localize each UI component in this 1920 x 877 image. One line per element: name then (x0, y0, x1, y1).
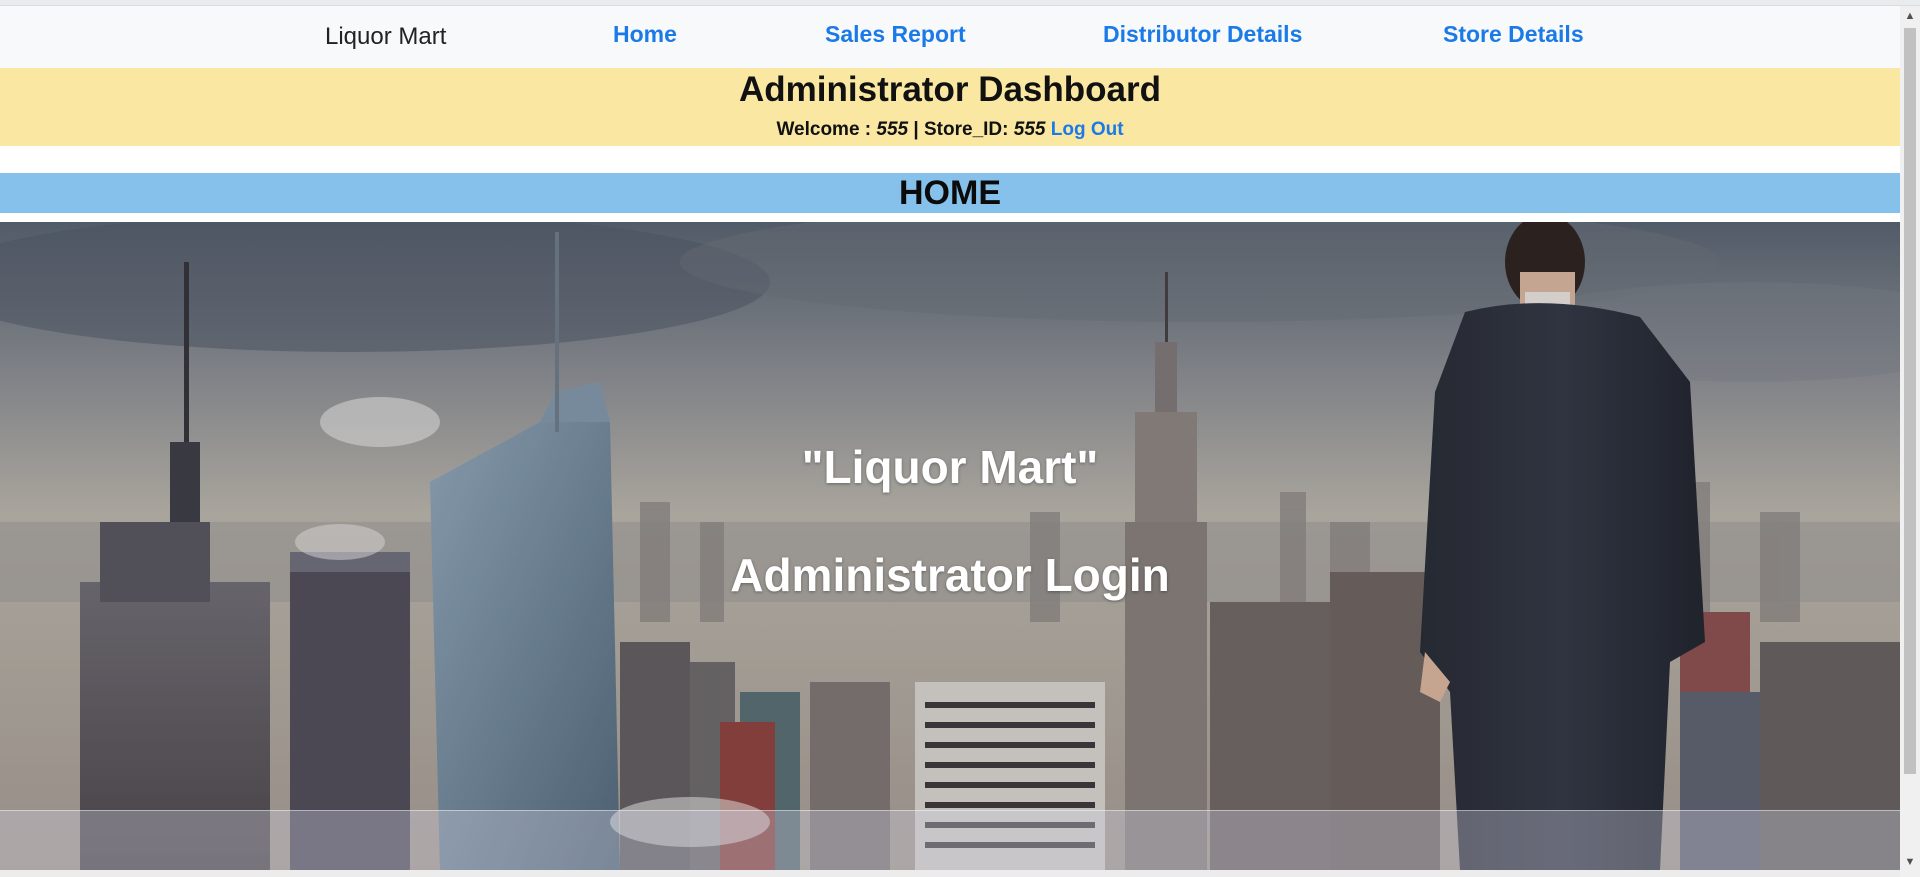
dashboard-title: Administrator Dashboard (739, 70, 1161, 109)
triangle-up-icon[interactable]: ▲ (1900, 6, 1920, 26)
hero-subtitle: Administrator Login (730, 549, 1170, 601)
hero-overlay (0, 222, 1900, 870)
nav-link-sales-report[interactable]: Sales Report (825, 21, 966, 48)
brand-link[interactable]: Liquor Mart (325, 23, 446, 51)
page: Liquor Mart Home Sales Report Distributo… (0, 0, 1920, 877)
vertical-scrollbar[interactable]: ▲ ▼ (1900, 6, 1920, 877)
nav-link-home[interactable]: Home (613, 21, 677, 48)
hero-title: "Liquor Mart" (801, 441, 1099, 493)
section-title-bar: HOME (0, 173, 1900, 213)
dashboard-header: Administrator Dashboard Welcome : 555 | … (0, 68, 1900, 146)
triangle-down-icon[interactable]: ▼ (1900, 852, 1920, 872)
welcome-line: Welcome : 555 | Store_ID: 555 Log Out (0, 119, 1900, 141)
scrollbar-thumb[interactable] (1904, 28, 1916, 774)
section-title: HOME (899, 174, 1001, 212)
welcome-user: 555 (876, 119, 909, 140)
welcome-label: Welcome : (776, 119, 877, 140)
top-navbar: Liquor Mart Home Sales Report Distributo… (0, 6, 1900, 68)
hero-banner: "Liquor Mart" Administrator Login (0, 222, 1900, 870)
logout-link[interactable]: Log Out (1051, 119, 1124, 140)
hero-footer-strip (0, 810, 1900, 870)
nav-link-distributor-details[interactable]: Distributor Details (1103, 21, 1302, 48)
nav-link-store-details[interactable]: Store Details (1443, 21, 1584, 48)
page-bottom-strip (0, 870, 1900, 877)
store-id-label: | Store_ID: (908, 119, 1014, 140)
store-id-value: 555 (1013, 119, 1046, 140)
